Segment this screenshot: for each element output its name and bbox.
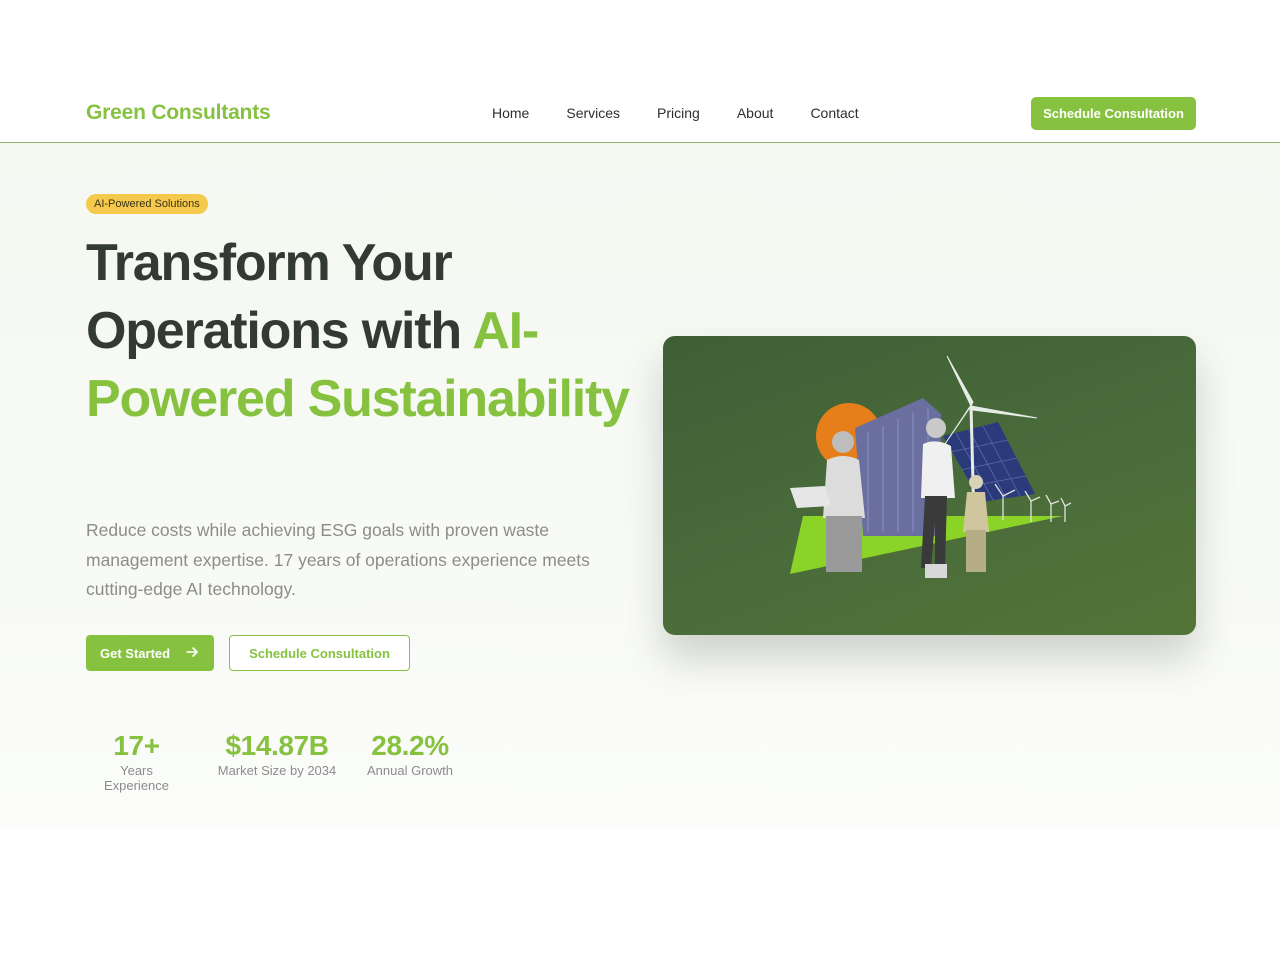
top-spacer (0, 0, 1280, 84)
stat-growth: 28.2% Annual Growth (366, 729, 454, 778)
main-nav: Home Services Pricing About Contact (492, 105, 859, 121)
nav-services[interactable]: Services (566, 105, 620, 121)
get-started-label: Get Started (100, 645, 171, 661)
stat-value: 17+ (113, 730, 160, 761)
ai-badge: AI-Powered Solutions (86, 194, 208, 214)
hero-illustration-card (663, 336, 1196, 635)
nav-pricing[interactable]: Pricing (657, 105, 700, 121)
stat-label: Market Size by 2034 (217, 763, 337, 778)
headline-dark: Transform Your Operations with (86, 234, 473, 360)
site-header: Green Consultants Home Services Pricing … (0, 84, 1280, 143)
hero-headline: Transform Your Operations with AI-Powere… (86, 229, 646, 433)
stat-market: $14.87B Market Size by 2034 (216, 729, 338, 778)
sustainability-collage-image (790, 355, 1072, 578)
stat-value: 28.2% (371, 730, 449, 761)
nav-about[interactable]: About (737, 105, 774, 121)
hero-subtext: Reduce costs while achieving ESG goals w… (86, 520, 590, 599)
stat-years: 17+ Years Experience (86, 729, 187, 793)
brand-logo[interactable]: Green Consultants (86, 101, 271, 125)
stat-value: $14.87B (225, 730, 329, 761)
nav-contact[interactable]: Contact (810, 105, 858, 121)
header-schedule-button[interactable]: Schedule Consultation (1031, 97, 1196, 130)
stat-label: Annual Growth (367, 763, 453, 778)
hero-schedule-button[interactable]: Schedule Consultation (229, 635, 410, 671)
hero-section: AI-Powered Solutions Transform Your Oper… (0, 143, 1280, 827)
nav-home[interactable]: Home (492, 105, 529, 121)
get-started-button[interactable]: Get Started (86, 635, 214, 671)
stat-label: Years Experience (103, 763, 170, 793)
arrow-right-icon (186, 647, 198, 657)
